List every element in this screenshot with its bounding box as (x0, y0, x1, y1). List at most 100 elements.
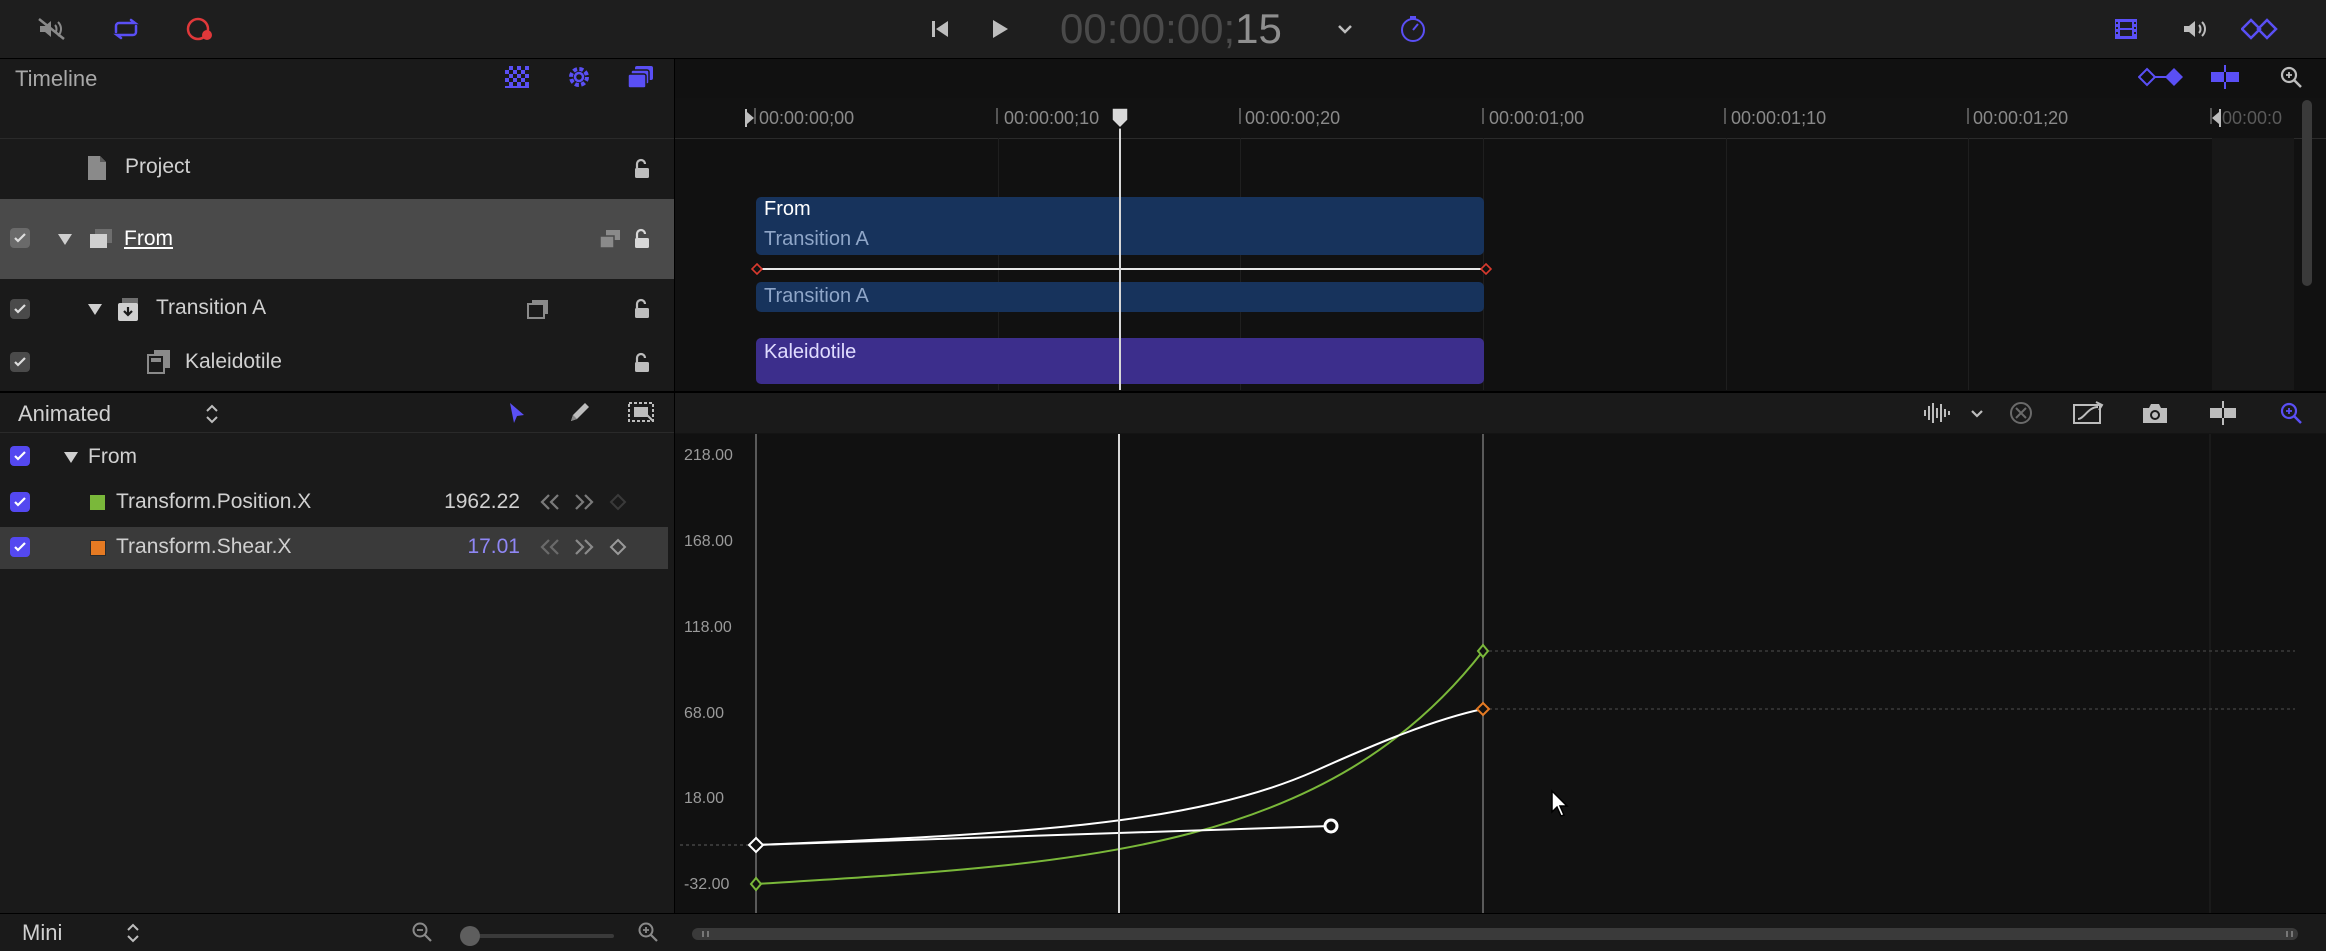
ruler-label: 00:00:01;10 (1731, 108, 1827, 128)
lock-open-icon[interactable] (628, 226, 656, 252)
scrollbar-right-grip (2286, 931, 2288, 937)
transition-behavior-icon (114, 296, 144, 324)
layer-transition-checkbox[interactable] (10, 299, 30, 319)
grid-line (1968, 138, 1969, 390)
next-keyframe-icon[interactable] (572, 490, 596, 514)
chevron-updown-icon[interactable] (122, 920, 144, 946)
ruler-label: 00:00:0 (2222, 108, 2283, 128)
ruler-label: 00:00:00;00 (759, 108, 855, 128)
checkerboard-icon[interactable] (500, 62, 534, 92)
params-divider (0, 432, 674, 433)
disclosure-triangle-icon[interactable] (60, 446, 82, 468)
layers-stack-icon[interactable] (624, 62, 658, 92)
snapping-icon[interactable] (2206, 62, 2244, 92)
play-range-out-marker-icon[interactable] (2210, 108, 2222, 128)
param-position-checkbox[interactable] (10, 492, 30, 512)
clear-curve-icon[interactable] (2006, 398, 2036, 428)
ruler-tick (1239, 108, 1241, 124)
filter-layer-icon (144, 348, 174, 376)
timecode-chevron-down-icon[interactable] (1330, 14, 1360, 44)
audio-waveform-icon[interactable] (1920, 398, 1954, 428)
param-name-position-x: Transform.Position.X (116, 490, 312, 513)
timing-stopwatch-icon[interactable] (1396, 12, 1430, 46)
disclosure-triangle-icon[interactable] (84, 298, 106, 320)
timecode-dim: 00:00:00; (1060, 5, 1236, 52)
chevron-updown-icon[interactable] (200, 400, 224, 428)
bezier-handle-point (1323, 818, 1339, 834)
clip-keyframe-marker-icon[interactable] (750, 262, 764, 276)
show-audio-timeline-icon[interactable] (2178, 14, 2214, 44)
go-to-start-icon[interactable] (924, 14, 956, 44)
mouse-cursor-icon (1548, 788, 1572, 818)
layer-name-from: From (124, 227, 173, 250)
keyframe-params-panel (0, 393, 674, 913)
animated-filter-select[interactable]: Animated (18, 401, 111, 427)
play-range-in-marker-icon[interactable] (744, 108, 756, 128)
layer-from-checkbox[interactable] (10, 228, 30, 248)
zoom-slider-knob[interactable] (460, 926, 480, 946)
zoom-slider-track[interactable] (464, 934, 614, 938)
previous-keyframe-icon[interactable] (538, 535, 562, 559)
document-icon (86, 154, 108, 182)
layer-row-kaleidotile[interactable] (0, 341, 674, 385)
layers-divider (0, 138, 674, 139)
lock-open-icon[interactable] (628, 156, 656, 182)
record-animation-icon[interactable] (182, 14, 218, 44)
keyframe-curves[interactable] (675, 434, 2326, 913)
fit-curves-icon[interactable] (2070, 398, 2106, 428)
timecode-display[interactable]: 00:00:00;15 (1060, 2, 1282, 56)
outside-range-shade (2212, 138, 2294, 390)
position-x-color-swatch (90, 495, 105, 510)
isolate-group-icon[interactable] (596, 226, 624, 252)
clone-layer-icon[interactable] (524, 296, 552, 322)
gear-icon[interactable] (562, 62, 596, 92)
zoom-out-icon[interactable] (410, 920, 434, 944)
lock-open-icon[interactable] (628, 296, 656, 322)
mute-audio-icon[interactable] (34, 14, 70, 44)
param-value-position-x[interactable]: 1962.22 (420, 490, 520, 514)
zoom-in-icon[interactable] (636, 920, 660, 944)
playhead-handle-icon[interactable] (1110, 106, 1130, 130)
ruler-tick (1967, 108, 1969, 124)
clip-transition-label: Transition A (764, 285, 869, 307)
param-value-shear-x[interactable]: 17.01 (420, 535, 520, 559)
box-select-tool-icon[interactable] (624, 398, 658, 428)
add-keyframe-diamond-icon[interactable] (606, 535, 630, 559)
layer-name-transition-a: Transition A (156, 296, 267, 319)
keyframe-marker (1475, 701, 1491, 717)
play-icon[interactable] (984, 14, 1016, 44)
zoom-mode-select[interactable]: Mini (22, 920, 62, 946)
camera-snapshot-icon[interactable] (2138, 398, 2172, 428)
ruler-tick (1482, 108, 1484, 124)
graph-horizontal-scrollbar[interactable] (692, 928, 2298, 940)
zoom-fit-magnifier-icon[interactable] (2274, 398, 2308, 428)
show-keyframe-editor-icon[interactable] (2240, 14, 2286, 44)
lock-open-icon[interactable] (628, 350, 656, 376)
grid-line (1726, 138, 1727, 390)
chevron-down-icon[interactable] (1966, 402, 1988, 426)
loop-playback-icon[interactable] (106, 14, 146, 44)
next-keyframe-icon[interactable] (572, 535, 596, 559)
layer-kaleidotile-checkbox[interactable] (10, 352, 30, 372)
param-name-shear-x: Transform.Shear.X (116, 535, 292, 558)
param-from-checkbox[interactable] (10, 446, 30, 466)
ruler-label: 00:00:00;20 (1245, 108, 1341, 128)
add-keyframe-diamond-icon[interactable] (606, 490, 630, 514)
clip-from-title: From (764, 198, 811, 220)
disclosure-triangle-icon[interactable] (54, 228, 76, 250)
zoom-magnifier-icon[interactable] (2274, 62, 2308, 92)
clip-keyframe-marker-icon[interactable] (1479, 262, 1493, 276)
clip-from-subtitle: Transition A (764, 228, 869, 250)
keyframe-navigation-icon[interactable] (2136, 62, 2186, 92)
select-arrow-tool-icon[interactable] (502, 398, 532, 428)
pencil-tool-icon[interactable] (564, 398, 594, 428)
timeline-vertical-scrollbar[interactable] (2302, 100, 2312, 286)
group-icon (86, 226, 116, 252)
show-timeline-filmstrip-icon[interactable] (2108, 14, 2144, 44)
snapping-icon[interactable] (2206, 398, 2240, 428)
ruler-tick (996, 108, 998, 124)
ruler-label: 00:00:00;10 (1004, 108, 1100, 128)
clip-keyframe-line (757, 268, 1485, 270)
param-shear-checkbox[interactable] (10, 537, 30, 557)
previous-keyframe-icon[interactable] (538, 490, 562, 514)
